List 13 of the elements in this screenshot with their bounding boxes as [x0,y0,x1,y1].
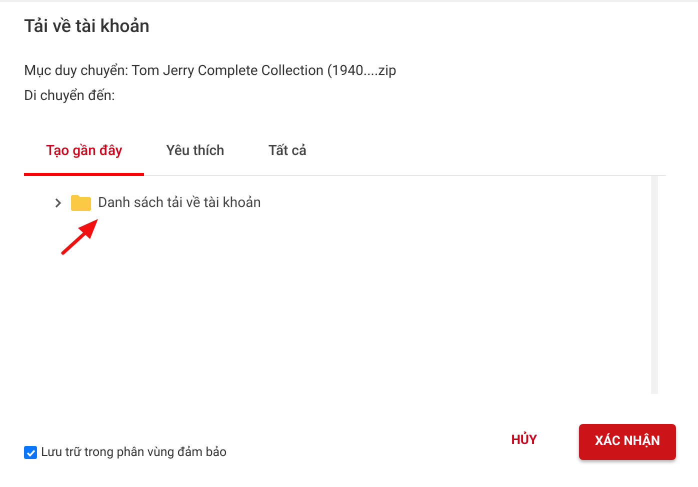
scrollbar-track[interactable] [651,176,658,394]
source-text: Mục duy chuyển: Tom Jerry Complete Collection (1940....zip [24,63,396,79]
tab[interactable]: Yêu thích [144,133,246,176]
destination-label: Di chuyển đến: [24,88,115,104]
tab[interactable]: Tất cả [246,133,328,176]
checkbox-label: Lưu trữ trong phân vùng đảm bảo [41,445,227,460]
confirm-button[interactable]: XÁC NHẬN [579,424,676,460]
tab[interactable]: Tạo gần đây [24,133,144,176]
checkbox[interactable] [24,446,37,459]
folder-icon [70,194,92,212]
cancel-button[interactable]: HỦY [495,422,554,458]
folder-label[interactable]: Danh sách tải về tài khoản [98,195,261,211]
dialog-title: Tải về tài khoản [24,16,150,37]
